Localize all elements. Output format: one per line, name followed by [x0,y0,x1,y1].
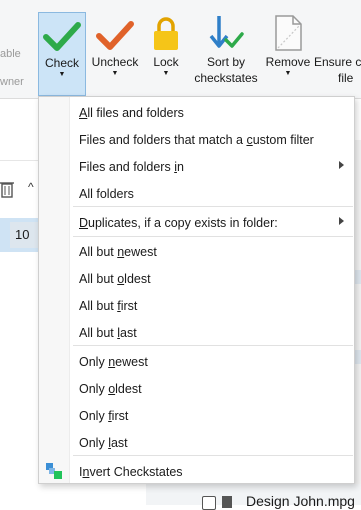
sort-icon [190,12,262,52]
ensure-label-2: file [338,71,354,85]
menu-item-label: Only first [79,409,128,423]
remove-label: Remove [265,55,311,69]
sort-by-checkstates-button[interactable]: Sort by checkstates [190,12,262,96]
menu-item-label: All but last [79,326,137,340]
ribbon-cut-label-2: wner [0,76,24,88]
ensure-label-1: Ensure c [314,55,361,69]
menu-item-all-files-and-folders[interactable]: All files and folders [39,99,354,126]
menu-item-label-text: Only [79,435,109,450]
menu-item-label: Only last [79,436,128,450]
menu-item-all-folders[interactable]: All folders [39,180,354,207]
menu-item-label-text: ldest [115,381,142,396]
menu-item-files-and-folders-in[interactable]: Files and folders in [39,153,354,180]
menu-separator [73,455,353,456]
ribbon-toolbar: able wner Check ▼ Uncheck ▼ Lock ▼ Sort … [0,0,361,99]
sort-label-2: checkstates [194,71,258,85]
menu-item-all-but-oldest[interactable]: All but oldest [39,265,354,292]
menu-item-label-text: irst [111,408,129,423]
file-row[interactable]: Design John.mpg [146,484,361,510]
menu-item-invert-checkstates[interactable]: Invert Checkstates [39,458,354,485]
menu-item-label-text: ewest [124,244,157,259]
document-icon [262,12,314,52]
lock-icon [144,12,188,52]
submenu-arrow-icon [339,161,344,169]
menu-item-label-text: Only [79,381,109,396]
menu-item-all-but-last[interactable]: All but last [39,319,354,346]
menu-item-access-key: D [79,215,89,230]
menu-item-label-text: Only [79,408,109,423]
menu-separator [73,345,353,346]
menu-separator [73,236,353,237]
menu-item-label: All folders [79,187,134,201]
menu-item-label-text: ast [120,325,137,340]
chevron-down-icon: ▼ [111,70,119,77]
menu-item-label-text: All folders [79,186,134,201]
menu-separator [73,206,353,207]
menu-item-label-text: All but [79,298,118,313]
remove-button[interactable]: Remove ▼ [262,12,314,96]
uncheck-icon [88,12,142,52]
submenu-arrow-icon [339,217,344,225]
menu-item-label: Files and folders that match a custom fi… [79,133,314,147]
row-fragment [355,350,361,364]
menu-item-label: Duplicates, if a copy exists in folder: [79,216,278,230]
file-name: Design John.mpg [246,493,355,509]
menu-item-all-but-first[interactable]: All but first [39,292,354,319]
uncheck-button[interactable]: Uncheck ▼ [88,12,142,96]
menu-item-only-newest[interactable]: Only newest [39,348,354,375]
ribbon-cut-label-1: able [0,48,21,60]
menu-item-label-text: Files and folders [79,159,175,174]
menu-item-label: All but newest [79,245,157,259]
menu-item-duplicates[interactable]: Duplicates, if a copy exists in folder: [39,209,354,236]
ensure-button[interactable]: Ensure c file [314,12,361,96]
ensure-icon [314,12,361,52]
file-icon [222,496,232,508]
menu-item-only-first[interactable]: Only first [39,402,354,429]
menu-item-label-text: ewest [115,354,148,369]
menu-item-label: Files and folders in [79,160,184,174]
menu-item-label-text: ll files and folders [87,105,184,120]
lock-button[interactable]: Lock ▼ [144,12,188,96]
menu-item-label-text: Only [79,354,109,369]
row-checkbox[interactable] [202,496,216,510]
count-cell: 10 [10,222,38,248]
menu-item-label: Invert Checkstates [79,465,183,479]
menu-item-label-text: All but [79,244,118,259]
check-button[interactable]: Check ▼ [38,12,86,96]
check-dropdown-menu: All files and folders Files and folders t… [38,96,355,484]
menu-item-label: All but first [79,299,137,313]
chevron-down-icon: ▼ [284,70,292,77]
trash-icon[interactable] [0,180,14,201]
menu-item-label: All but oldest [79,272,151,286]
lock-label: Lock [153,55,179,69]
check-icon [39,13,85,53]
uncheck-label: Uncheck [91,55,139,69]
menu-item-label-text: All but [79,271,118,286]
menu-item-only-oldest[interactable]: Only oldest [39,375,354,402]
menu-item-label: All files and folders [79,106,184,120]
chevron-down-icon: ▼ [162,70,170,77]
menu-item-match-custom-filter[interactable]: Files and folders that match a custom fi… [39,126,354,153]
row-fragment [355,270,361,284]
menu-item-only-last[interactable]: Only last [39,429,354,456]
menu-item-label-text: ast [110,435,128,450]
check-label: Check [44,56,79,70]
menu-item-label-text: ustom filter [252,132,314,147]
menu-item-label-text: irst [120,298,138,313]
menu-item-all-but-newest[interactable]: All but newest [39,238,354,265]
menu-item-label-text: uplicates, if a copy exists in folder: [88,215,278,230]
chevron-down-icon: ▼ [58,71,66,78]
invert-checkstates-icon [46,463,62,482]
menu-item-label-text: Files and folders that match a [79,132,247,147]
chevron-up-icon[interactable]: ^ [28,180,34,194]
menu-item-label: Only newest [79,355,148,369]
menu-item-label-text: ldest [124,271,151,286]
sort-label-1: Sort by [206,55,245,69]
menu-item-label: Only oldest [79,382,142,396]
menu-item-label-text: vert Checkstates [89,464,183,479]
menu-item-label-text: n [176,159,184,174]
menu-item-label-text: All but [79,325,118,340]
right-panel-edge [355,140,361,505]
